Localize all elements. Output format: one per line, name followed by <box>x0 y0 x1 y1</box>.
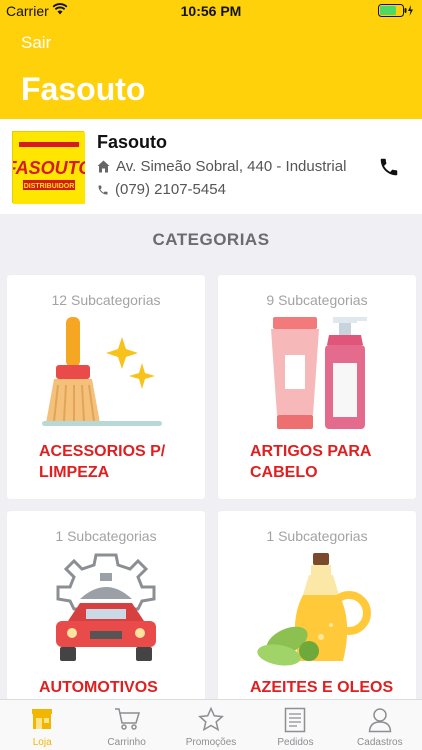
category-label: ACESSORIOS P/ LIMPEZA <box>39 443 166 481</box>
hair-products-icon <box>271 317 367 429</box>
store-name: Fasouto <box>97 132 167 152</box>
tab-label: Promoções <box>185 737 237 748</box>
olive-oil-icon <box>257 553 371 666</box>
store-logo: FASOUTO DISTRIBUIDOR <box>6 131 92 204</box>
tab-carrinho[interactable]: Carrinho <box>84 700 168 750</box>
car-gear-icon <box>56 553 156 661</box>
tab-label: Pedidos <box>277 737 314 748</box>
tab-label: Loja <box>32 737 52 748</box>
category-card-limpeza[interactable]: 12 Subcategorias ACESSORIOS P/ LIMPEZA <box>7 275 205 499</box>
clock: 10:56 PM <box>180 3 242 19</box>
tab-loja[interactable]: Loja <box>0 700 84 750</box>
store-phone: (079) 2107-5454 <box>115 181 226 198</box>
list-icon <box>285 707 306 733</box>
star-icon <box>198 707 224 731</box>
subcategory-count: 1 Subcategorias <box>55 528 157 544</box>
tab-promocoes[interactable]: Promoções <box>169 700 253 750</box>
battery-icon <box>378 4 413 17</box>
subcategory-count: 1 Subcategorias <box>266 528 368 544</box>
tab-pedidos[interactable]: Pedidos <box>253 700 337 750</box>
home-icon <box>97 160 110 173</box>
call-button[interactable] <box>378 156 400 178</box>
phone-small-icon <box>98 185 108 194</box>
section-title: CATEGORIAS <box>152 230 270 249</box>
tab-label: Cadastros <box>357 737 403 748</box>
subcategory-count: 9 Subcategorias <box>266 292 368 308</box>
nav-bar: Sair Fasouto <box>0 22 422 119</box>
subcategory-count: 12 Subcategorias <box>51 292 161 308</box>
tab-bar: Loja Carrinho Promoções Pedidos Cadastro… <box>0 699 422 750</box>
logo-text: FASOUTO <box>13 158 85 178</box>
store-header: FASOUTO DISTRIBUIDOR Fasouto Av. Simeão … <box>0 119 422 214</box>
category-label: AZEITES E OLEOS <box>250 679 394 696</box>
category-card-cabelo[interactable]: 9 Subcategorias ARTIGOS PARA CABELO <box>218 275 416 499</box>
tab-label: Carrinho <box>107 737 146 748</box>
store-phone-row: (079) 2107-5454 <box>97 181 226 198</box>
tab-cadastros[interactable]: Cadastros <box>338 700 422 750</box>
broom-sparkle-icon <box>42 317 162 426</box>
store-icon <box>32 709 53 729</box>
status-bar: Carrier 10:56 PM <box>0 0 422 22</box>
user-icon <box>368 708 392 733</box>
logout-button[interactable]: Sair <box>21 33 51 53</box>
logo-subtext: DISTRIBUIDOR <box>24 183 75 190</box>
store-address: Av. Simeão Sobral, 440 - Industrial <box>116 158 347 175</box>
category-label: ARTIGOS PARA CABELO <box>250 443 371 481</box>
page-title: Fasouto <box>21 71 146 107</box>
category-label: AUTOMOTIVOS <box>39 679 158 696</box>
store-address-row: Av. Simeão Sobral, 440 - Industrial <box>97 158 346 175</box>
cart-icon <box>114 708 140 730</box>
